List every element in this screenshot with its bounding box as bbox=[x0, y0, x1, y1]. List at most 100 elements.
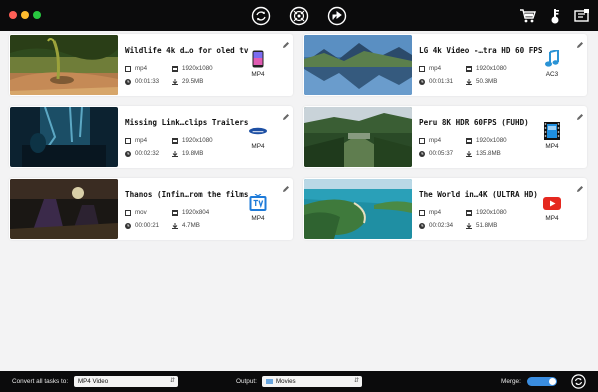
window-minimize-button[interactable] bbox=[21, 11, 29, 19]
download-size-icon bbox=[172, 150, 178, 157]
toolbar bbox=[0, 0, 598, 31]
film-icon bbox=[419, 209, 425, 216]
toolbox-tab-icon[interactable] bbox=[327, 6, 347, 26]
source-format: mp4 bbox=[419, 137, 441, 144]
source-duration: 00:02:34 bbox=[419, 222, 453, 229]
output-select[interactable]: Movies ⇵ bbox=[262, 376, 362, 387]
edit-icon[interactable] bbox=[576, 108, 584, 120]
film-icon bbox=[419, 137, 425, 144]
download-size-icon bbox=[466, 222, 472, 229]
key-icon[interactable] bbox=[545, 6, 565, 26]
video-thumbnail[interactable] bbox=[10, 179, 118, 239]
download-size-icon bbox=[172, 78, 178, 85]
clock-icon bbox=[125, 150, 131, 157]
bottom-bar: Convert all tasks to: MP4 Video ⇵ Output… bbox=[0, 371, 598, 392]
source-duration: 00:01:33 bbox=[125, 78, 159, 85]
edit-icon[interactable] bbox=[282, 36, 290, 48]
edit-icon[interactable] bbox=[282, 108, 290, 120]
video-title: Peru 8K HDR 60FPS (FUHD) bbox=[419, 118, 529, 127]
feedback-icon[interactable] bbox=[572, 6, 592, 26]
clock-icon bbox=[125, 222, 131, 229]
target-format[interactable]: AC3 bbox=[539, 71, 565, 78]
source-format: mp4 bbox=[125, 65, 147, 72]
download-size-icon bbox=[466, 78, 472, 85]
window-close-button[interactable] bbox=[9, 11, 17, 19]
target-format[interactable]: MP4 bbox=[539, 215, 565, 222]
video-title: Missing Link…clips Trailers bbox=[125, 118, 249, 127]
clock-icon bbox=[125, 78, 131, 85]
video-thumbnail[interactable] bbox=[304, 107, 412, 167]
resolution-icon bbox=[466, 209, 472, 216]
convert-all-value: MP4 Video bbox=[78, 378, 109, 385]
edit-icon[interactable] bbox=[576, 180, 584, 192]
chevron-updown-icon: ⇵ bbox=[353, 378, 359, 384]
edit-icon[interactable] bbox=[576, 36, 584, 48]
source-format: mp4 bbox=[125, 137, 147, 144]
video-thumbnail[interactable] bbox=[10, 107, 118, 167]
merge-toggle[interactable] bbox=[527, 377, 557, 386]
video-thumbnail[interactable] bbox=[10, 35, 118, 95]
samsung-logo-icon[interactable] bbox=[249, 122, 267, 140]
source-size: 29.5MB bbox=[172, 78, 203, 85]
cart-icon[interactable] bbox=[518, 6, 538, 26]
video-card[interactable]: The World in…4K (ULTRA HD) mp4 1920x1080… bbox=[303, 178, 587, 240]
film-icon bbox=[125, 209, 131, 216]
task-list: Wildlife 4k d…o for oled tv mp4 1920x108… bbox=[0, 31, 598, 371]
source-format: mp4 bbox=[419, 209, 441, 216]
video-title: LG 4k Video -…tra HD 60 FPS bbox=[419, 46, 543, 55]
phone-icon[interactable] bbox=[249, 50, 267, 68]
source-duration: 00:02:32 bbox=[125, 150, 159, 157]
source-size: 4.7MB bbox=[172, 222, 200, 229]
tv-icon[interactable] bbox=[249, 194, 267, 212]
target-format[interactable]: MP4 bbox=[245, 143, 271, 150]
window-maximize-button[interactable] bbox=[33, 11, 41, 19]
target-format[interactable]: MP4 bbox=[245, 71, 271, 78]
video-card[interactable]: Peru 8K HDR 60FPS (FUHD) mp4 1920x1080 0… bbox=[303, 106, 587, 168]
source-resolution: 1920x1080 bbox=[466, 65, 507, 72]
convert-all-label: Convert all tasks to: bbox=[12, 378, 69, 385]
output-value: Movies bbox=[276, 378, 296, 385]
target-format[interactable]: MP4 bbox=[245, 215, 271, 222]
film-icon bbox=[419, 65, 425, 72]
source-format: mp4 bbox=[419, 65, 441, 72]
video-card[interactable]: Missing Link…clips Trailers mp4 1920x108… bbox=[9, 106, 293, 168]
download-tab-icon[interactable] bbox=[289, 6, 309, 26]
chevron-updown-icon: ⇵ bbox=[169, 378, 175, 384]
video-thumbnail[interactable] bbox=[304, 35, 412, 95]
merge-label: Merge: bbox=[501, 378, 521, 385]
resolution-icon bbox=[172, 209, 178, 216]
source-format: mov bbox=[125, 209, 147, 216]
source-size: 135.8MB bbox=[466, 150, 501, 157]
source-resolution: 1920x804 bbox=[172, 209, 209, 216]
resolution-icon bbox=[466, 137, 472, 144]
edit-icon[interactable] bbox=[282, 180, 290, 192]
resolution-icon bbox=[172, 65, 178, 72]
video-title: Thanos (Infin…rom the films bbox=[125, 190, 249, 199]
resolution-icon bbox=[172, 137, 178, 144]
output-label: Output: bbox=[236, 378, 257, 385]
convert-tab-icon[interactable] bbox=[251, 6, 271, 26]
resolution-icon bbox=[466, 65, 472, 72]
source-resolution: 1920x1080 bbox=[172, 137, 213, 144]
video-card[interactable]: LG 4k Video -…tra HD 60 FPS mp4 1920x108… bbox=[303, 34, 587, 96]
folder-icon bbox=[266, 378, 273, 384]
film-icon bbox=[125, 65, 131, 72]
source-duration: 00:01:31 bbox=[419, 78, 453, 85]
download-size-icon bbox=[172, 222, 178, 229]
film-strip-icon[interactable] bbox=[543, 122, 561, 140]
convert-all-select[interactable]: MP4 Video ⇵ bbox=[74, 376, 178, 387]
download-size-icon bbox=[466, 150, 472, 157]
clock-icon bbox=[419, 78, 425, 85]
video-title: Wildlife 4k d…o for oled tv bbox=[125, 46, 249, 55]
source-duration: 00:00:21 bbox=[125, 222, 159, 229]
clock-icon bbox=[419, 222, 425, 229]
music-note-icon[interactable] bbox=[543, 50, 561, 68]
source-resolution: 1920x1080 bbox=[466, 209, 507, 216]
video-thumbnail[interactable] bbox=[304, 179, 412, 239]
video-card[interactable]: Thanos (Infin…rom the films mov 1920x804… bbox=[9, 178, 293, 240]
convert-all-button[interactable] bbox=[571, 374, 586, 389]
video-card[interactable]: Wildlife 4k d…o for oled tv mp4 1920x108… bbox=[9, 34, 293, 96]
target-format[interactable]: MP4 bbox=[539, 143, 565, 150]
source-size: 51.8MB bbox=[466, 222, 497, 229]
youtube-icon[interactable] bbox=[543, 194, 561, 212]
